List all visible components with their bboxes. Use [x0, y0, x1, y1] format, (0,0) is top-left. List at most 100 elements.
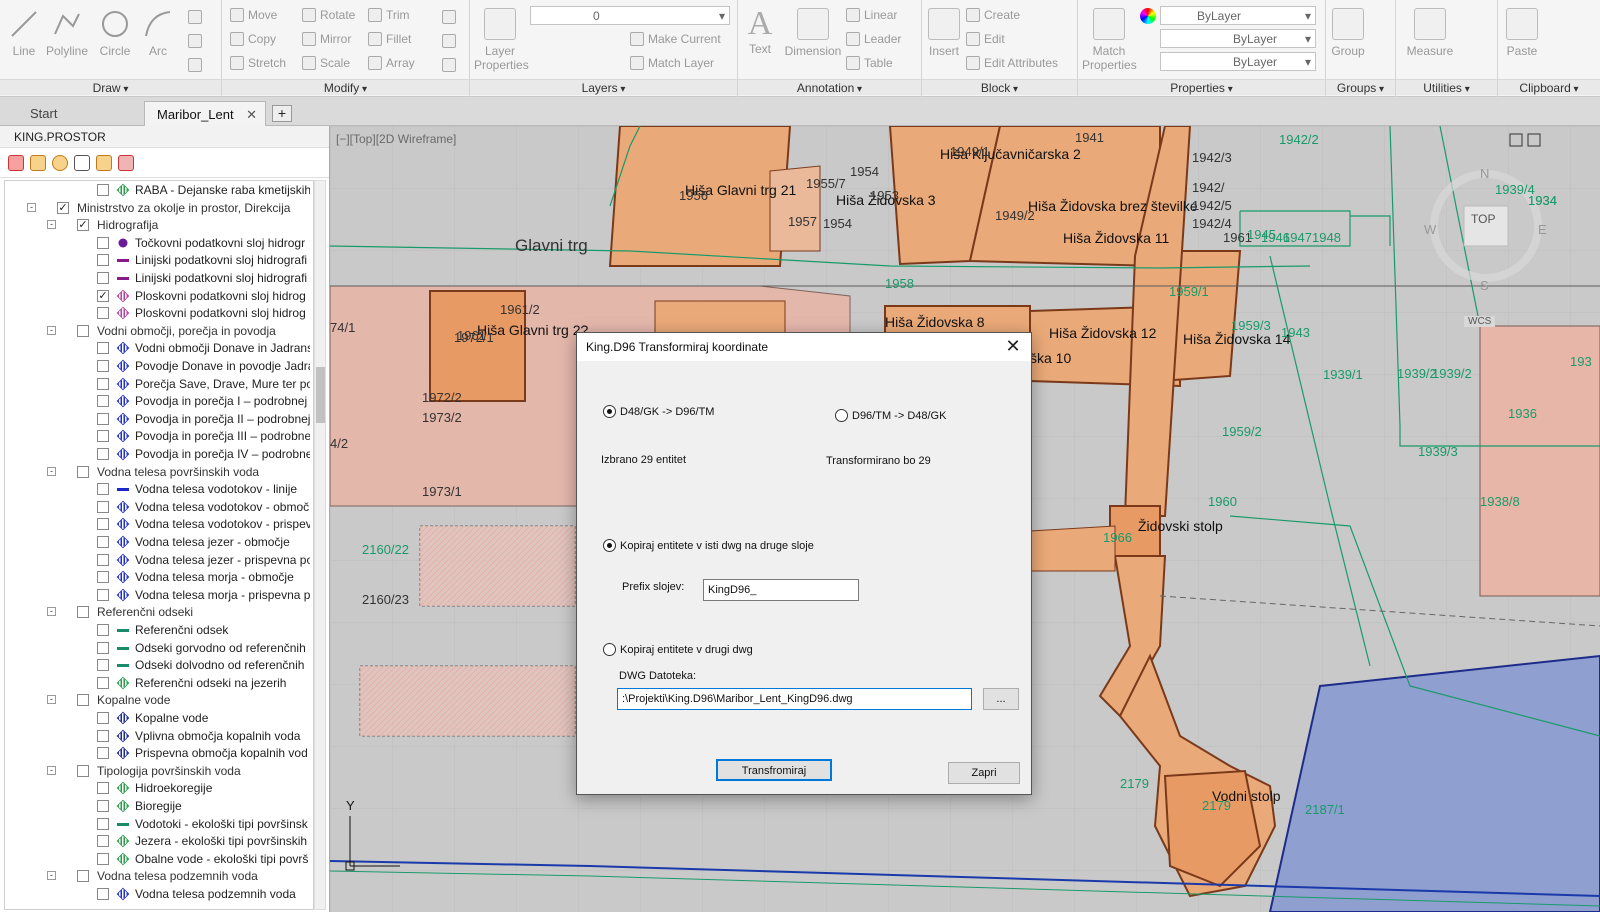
array-button[interactable]: Array	[368, 56, 415, 70]
match-layer-button[interactable]: Match Layer	[630, 56, 714, 70]
rectangle-icon[interactable]	[188, 10, 202, 24]
layer-checkbox[interactable]	[97, 553, 109, 566]
layer-checkbox[interactable]	[97, 236, 109, 249]
tree-row[interactable]: - Kopalne vode	[5, 691, 310, 709]
tree-row[interactable]: Povodja in porečja III – podrobne	[5, 427, 310, 445]
tab-start[interactable]: Start	[18, 101, 142, 126]
layer-checkbox[interactable]	[97, 571, 109, 584]
viewcube-top[interactable]: TOP	[1471, 212, 1495, 226]
erase-icon[interactable]	[442, 10, 456, 24]
tree-expander-icon[interactable]: -	[47, 871, 56, 881]
tree-row[interactable]: Obalne vode - ekološki tipi površ	[5, 850, 310, 868]
fillet-button[interactable]: Fillet	[368, 32, 411, 46]
draw-panel-title[interactable]: Draw	[0, 79, 221, 95]
tree-row[interactable]: ✓ Ploskovni podatkovni sloj hidrog	[5, 287, 310, 305]
layer-checkbox[interactable]	[97, 659, 109, 672]
edit-attributes-button[interactable]: Edit Attributes	[966, 56, 1058, 70]
layer-checkbox[interactable]	[97, 800, 109, 812]
layer-checkbox[interactable]	[97, 483, 109, 496]
wcs-menu[interactable]: WCS	[1464, 316, 1496, 327]
line-button[interactable]: Line	[6, 2, 42, 58]
prefix-input[interactable]: KingD96_	[703, 579, 859, 601]
layer-checkbox[interactable]	[97, 342, 109, 355]
group-button[interactable]: Group	[1326, 2, 1370, 58]
tree-row[interactable]: Vodna telesa morja - območje	[5, 568, 310, 586]
color-dropdown[interactable]: ByLayer	[1160, 6, 1316, 25]
layer-checkbox[interactable]	[97, 888, 109, 900]
tree-row[interactable]: - Tipologija površinskih voda	[5, 762, 310, 780]
tree-row[interactable]: RABA - Dejanske raba kmetijskih	[5, 181, 310, 199]
layer-checkbox[interactable]	[77, 870, 89, 883]
new-tab-button[interactable]: +	[272, 105, 292, 122]
radio-d96-to-d48[interactable]: D96/TM -> D48/GK	[835, 409, 946, 422]
tree-row[interactable]: Vodna telesa vodotokov - območ	[5, 498, 310, 516]
layer-checkbox[interactable]	[77, 694, 89, 707]
radio-copy-other-dwg[interactable]: Kopiraj entitete v drugi dwg	[603, 643, 753, 656]
tree-scrollbar[interactable]	[314, 180, 326, 910]
scale-button[interactable]: Scale	[302, 56, 350, 70]
tree-expander-icon[interactable]: -	[47, 695, 56, 705]
tree-row[interactable]: - Vodna telesa podzemnih voda	[5, 867, 310, 885]
paste-button[interactable]: Paste	[1502, 2, 1542, 58]
dialog-close-icon[interactable]: ✕	[1003, 336, 1023, 356]
tree-expander-icon[interactable]: -	[47, 220, 56, 230]
layer-checkbox[interactable]	[97, 518, 109, 531]
layer-checkbox[interactable]	[97, 817, 109, 830]
tree-expander-icon[interactable]: -	[27, 202, 36, 212]
stretch-button[interactable]: Stretch	[230, 56, 286, 70]
linear-button[interactable]: Linear	[846, 8, 897, 22]
tree-row[interactable]: - Referenčni odseki	[5, 603, 310, 621]
match-properties-button[interactable]: Match Properties	[1082, 2, 1137, 72]
layer-checkbox[interactable]	[97, 254, 109, 267]
radio-copy-same-dwg[interactable]: Kopiraj entitete v isti dwg na druge slo…	[603, 539, 814, 552]
layer-checkbox[interactable]	[77, 764, 89, 777]
table-button[interactable]: Table	[846, 56, 893, 70]
layer-checkbox[interactable]	[77, 324, 89, 337]
layer-checkbox[interactable]	[97, 360, 109, 372]
offset-icon[interactable]	[442, 58, 456, 72]
layer-checkbox[interactable]	[97, 448, 109, 460]
leader-button[interactable]: Leader	[846, 32, 901, 46]
tree-row[interactable]: Referenčni odseki na jezerih	[5, 674, 310, 692]
tree-row[interactable]: Odseki dolvodno od referenčnih	[5, 656, 310, 674]
dwg-file-input[interactable]: :\Projekti\King.D96\Maribor_Lent_KingD96…	[617, 688, 972, 710]
layer-checkbox[interactable]	[97, 747, 109, 760]
layer-checkbox[interactable]	[97, 641, 109, 654]
zoom-icon[interactable]	[30, 154, 46, 171]
radio-d48-to-d96[interactable]: D48/GK -> D96/TM	[603, 405, 714, 418]
create-block-button[interactable]: Create	[966, 8, 1020, 22]
tab-maribor-lent[interactable]: Maribor_Lent ✕	[144, 101, 266, 126]
layer-dropdown[interactable]: 0	[530, 6, 730, 25]
tree-row[interactable]: Vodna telesa morja - prispevna po	[5, 586, 310, 604]
layer-checkbox[interactable]	[97, 712, 109, 724]
transform-button[interactable]: Transfromiraj	[716, 759, 832, 781]
circle-button[interactable]: Circle	[96, 2, 134, 58]
tree-row[interactable]: - ✓ Ministrstvo za okolje in prostor, Dire…	[5, 199, 310, 217]
tree-row[interactable]: Vodna telesa jezer - prispevna po	[5, 551, 310, 569]
arc-button[interactable]: Arc	[140, 2, 176, 58]
tree-expander-icon[interactable]: -	[47, 466, 56, 476]
tree-row[interactable]: Bioregije	[5, 797, 310, 815]
linetype-dropdown[interactable]: ByLayer	[1160, 29, 1316, 48]
layer-checkbox[interactable]: ✓	[57, 201, 69, 214]
utilities-panel-title[interactable]: Utilities	[1396, 79, 1497, 95]
close-button[interactable]: Zapri	[948, 762, 1020, 784]
tree-row[interactable]: Povodja in porečja I – podrobnej	[5, 392, 310, 410]
layer-checkbox[interactable]: ✓	[97, 289, 109, 302]
tree-row[interactable]: Linijski podatkovni sloj hidrografi	[5, 269, 310, 287]
tree-row[interactable]: Odseki gorvodno od referenčnih	[5, 639, 310, 657]
layers-panel-title[interactable]: Layers	[470, 79, 737, 95]
layer-checkbox[interactable]: ✓	[77, 219, 89, 232]
layer-checkbox[interactable]	[97, 729, 109, 742]
tree-row[interactable]: Povodje Donave in povodje Jadra	[5, 357, 310, 375]
view-label[interactable]: [−][Top][2D Wireframe]	[336, 132, 456, 146]
tree-row[interactable]: Porečja Save, Drave, Mure ter po	[5, 375, 310, 393]
copy-button[interactable]: Copy	[230, 32, 276, 46]
properties-panel-title[interactable]: Properties	[1078, 79, 1325, 95]
grid-icon[interactable]	[118, 154, 134, 171]
tree-row[interactable]: Linijski podatkovni sloj hidrografi	[5, 251, 310, 269]
rotate-button[interactable]: Rotate	[302, 8, 355, 22]
tree-expander-icon[interactable]: -	[47, 765, 56, 775]
tree-row[interactable]: - Vodni območji, porečja in povodja	[5, 322, 310, 340]
layer-checkbox[interactable]	[97, 536, 109, 548]
